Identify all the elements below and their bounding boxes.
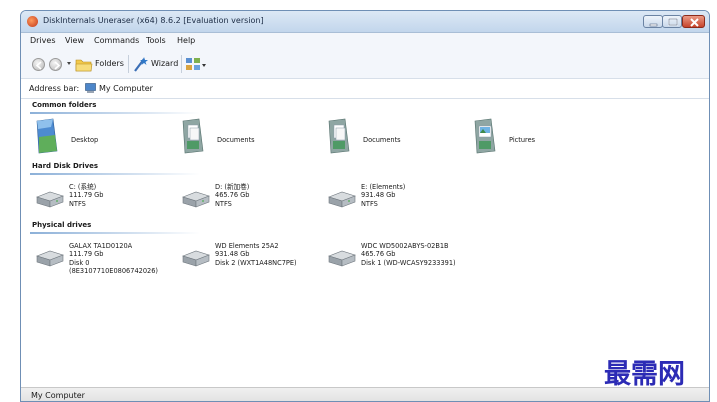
view-mode-icon xyxy=(186,58,206,70)
minimize-icon xyxy=(649,23,658,27)
drive-item-d[interactable]: D: (新加卷) 465.76 Gb NTFS xyxy=(181,183,321,213)
close-button[interactable] xyxy=(682,15,705,28)
status-text: My Computer xyxy=(31,391,85,400)
menu-help[interactable]: Help xyxy=(177,36,195,45)
folder-name: Desktop xyxy=(71,136,99,144)
menu-commands[interactable]: Commands xyxy=(94,36,139,45)
section-title-physical-drives: Physical drives xyxy=(32,221,92,229)
hard-drive-icon xyxy=(182,191,210,208)
address-input[interactable]: My Computer xyxy=(99,84,153,93)
main-content: Common folders Desktop Documents Documen… xyxy=(21,99,709,389)
drive-size: 465.76 Gb xyxy=(361,250,396,259)
menu-view[interactable]: View xyxy=(65,36,84,45)
toolbar: Folders Wizard xyxy=(21,49,709,79)
section-divider xyxy=(30,173,200,175)
watermark: 最需网 xyxy=(604,352,704,390)
documents-folder-icon xyxy=(182,118,204,154)
wizard-button[interactable]: Wizard xyxy=(132,55,180,74)
drive-name: E: (Elements) xyxy=(361,183,406,191)
drive-disk-number: Disk 2 (WXT1A48NC7PE) xyxy=(215,258,297,267)
hard-drive-icon xyxy=(328,191,356,208)
minimize-button[interactable] xyxy=(643,15,663,28)
drive-model: GALAX TA1D0120A xyxy=(69,242,133,250)
drive-item-c[interactable]: C: (系统) 111.79 Gb NTFS xyxy=(35,183,175,213)
drive-size: 111.79 Gb xyxy=(69,250,104,259)
section-divider xyxy=(30,232,200,234)
drive-filesystem: NTFS xyxy=(361,199,378,208)
physical-drive-icon xyxy=(182,250,210,267)
drive-filesystem: NTFS xyxy=(69,199,86,208)
section-divider xyxy=(30,112,200,114)
folders-icon xyxy=(75,59,93,72)
menu-tools[interactable]: Tools xyxy=(146,36,166,45)
documents-folder-icon xyxy=(328,118,350,154)
close-icon xyxy=(690,18,699,27)
folders-label: Folders xyxy=(95,59,124,68)
address-bar: Address bar: My Computer xyxy=(21,79,709,99)
drive-item-e[interactable]: E: (Elements) 931.48 Gb NTFS xyxy=(327,183,467,213)
drive-model: WD Elements 25A2 xyxy=(215,242,279,250)
drive-name: C: (系统) xyxy=(69,183,97,191)
pictures-folder-icon xyxy=(474,118,496,154)
app-logo-icon xyxy=(27,16,38,27)
drive-size: 931.48 Gb xyxy=(361,191,396,200)
watermark-text: 最需网 xyxy=(604,359,685,390)
section-title-hard-disk-drives: Hard Disk Drives xyxy=(32,162,99,170)
drive-size: 111.79 Gb xyxy=(69,191,104,200)
folder-item-pictures[interactable]: Pictures xyxy=(473,117,613,157)
maximize-button[interactable] xyxy=(662,15,682,28)
section-title-common-folders: Common folders xyxy=(32,101,97,109)
history-dropdown-icon[interactable] xyxy=(67,62,71,65)
folders-button[interactable]: Folders xyxy=(75,55,128,74)
back-button[interactable] xyxy=(32,58,45,71)
drive-size: 931.48 Gb xyxy=(215,250,250,259)
folder-name: Documents xyxy=(363,136,401,144)
app-window: DiskInternals Uneraser (x64) 8.6.2 [Eval… xyxy=(20,10,710,402)
folder-item-desktop[interactable]: Desktop xyxy=(35,117,175,157)
desktop-folder-icon xyxy=(36,118,58,154)
maximize-icon xyxy=(668,18,678,26)
physical-drive-icon xyxy=(36,250,64,267)
toolbar-separator xyxy=(181,55,182,73)
drive-disk-number: Disk 0 xyxy=(69,258,90,267)
menu-bar: Drives View Commands Tools Help xyxy=(21,33,709,49)
drive-size: 465.76 Gb xyxy=(215,191,250,200)
address-label: Address bar: xyxy=(29,84,80,93)
menu-drives[interactable]: Drives xyxy=(30,36,56,45)
physical-drive-item-2[interactable]: WD Elements 25A2 931.48 Gb Disk 2 (WXT1A… xyxy=(181,242,321,272)
drive-serial: (8E3107710E0806742026) xyxy=(69,267,158,276)
view-mode-button[interactable] xyxy=(185,55,207,74)
title-bar[interactable]: DiskInternals Uneraser (x64) 8.6.2 [Eval… xyxy=(21,11,709,33)
folder-item-documents[interactable]: Documents xyxy=(327,117,467,157)
physical-drive-icon xyxy=(328,250,356,267)
toolbar-separator xyxy=(128,55,129,73)
folder-name: Documents xyxy=(217,136,255,144)
physical-drive-item-0[interactable]: GALAX TA1D0120A 111.79 Gb Disk 0 (8E3107… xyxy=(35,242,175,280)
physical-drive-item-1[interactable]: WDC WD5002ABYS-02B1B 465.76 Gb Disk 1 (W… xyxy=(327,242,477,272)
folder-name: Pictures xyxy=(509,136,536,144)
wizard-label: Wizard xyxy=(151,59,179,68)
folder-item-documents[interactable]: Documents xyxy=(181,117,321,157)
drive-disk-number: Disk 1 (WD-WCASY9233391) xyxy=(361,258,456,267)
drive-filesystem: NTFS xyxy=(215,199,232,208)
computer-icon xyxy=(85,83,96,93)
window-title: DiskInternals Uneraser (x64) 8.6.2 [Eval… xyxy=(43,16,264,25)
forward-arrow-icon xyxy=(54,61,61,70)
back-arrow-icon xyxy=(35,61,42,70)
drive-model: WDC WD5002ABYS-02B1B xyxy=(361,242,449,250)
wizard-icon xyxy=(134,57,148,72)
hard-drive-icon xyxy=(36,191,64,208)
forward-button[interactable] xyxy=(49,58,62,71)
drive-name: D: (新加卷) xyxy=(215,183,250,191)
